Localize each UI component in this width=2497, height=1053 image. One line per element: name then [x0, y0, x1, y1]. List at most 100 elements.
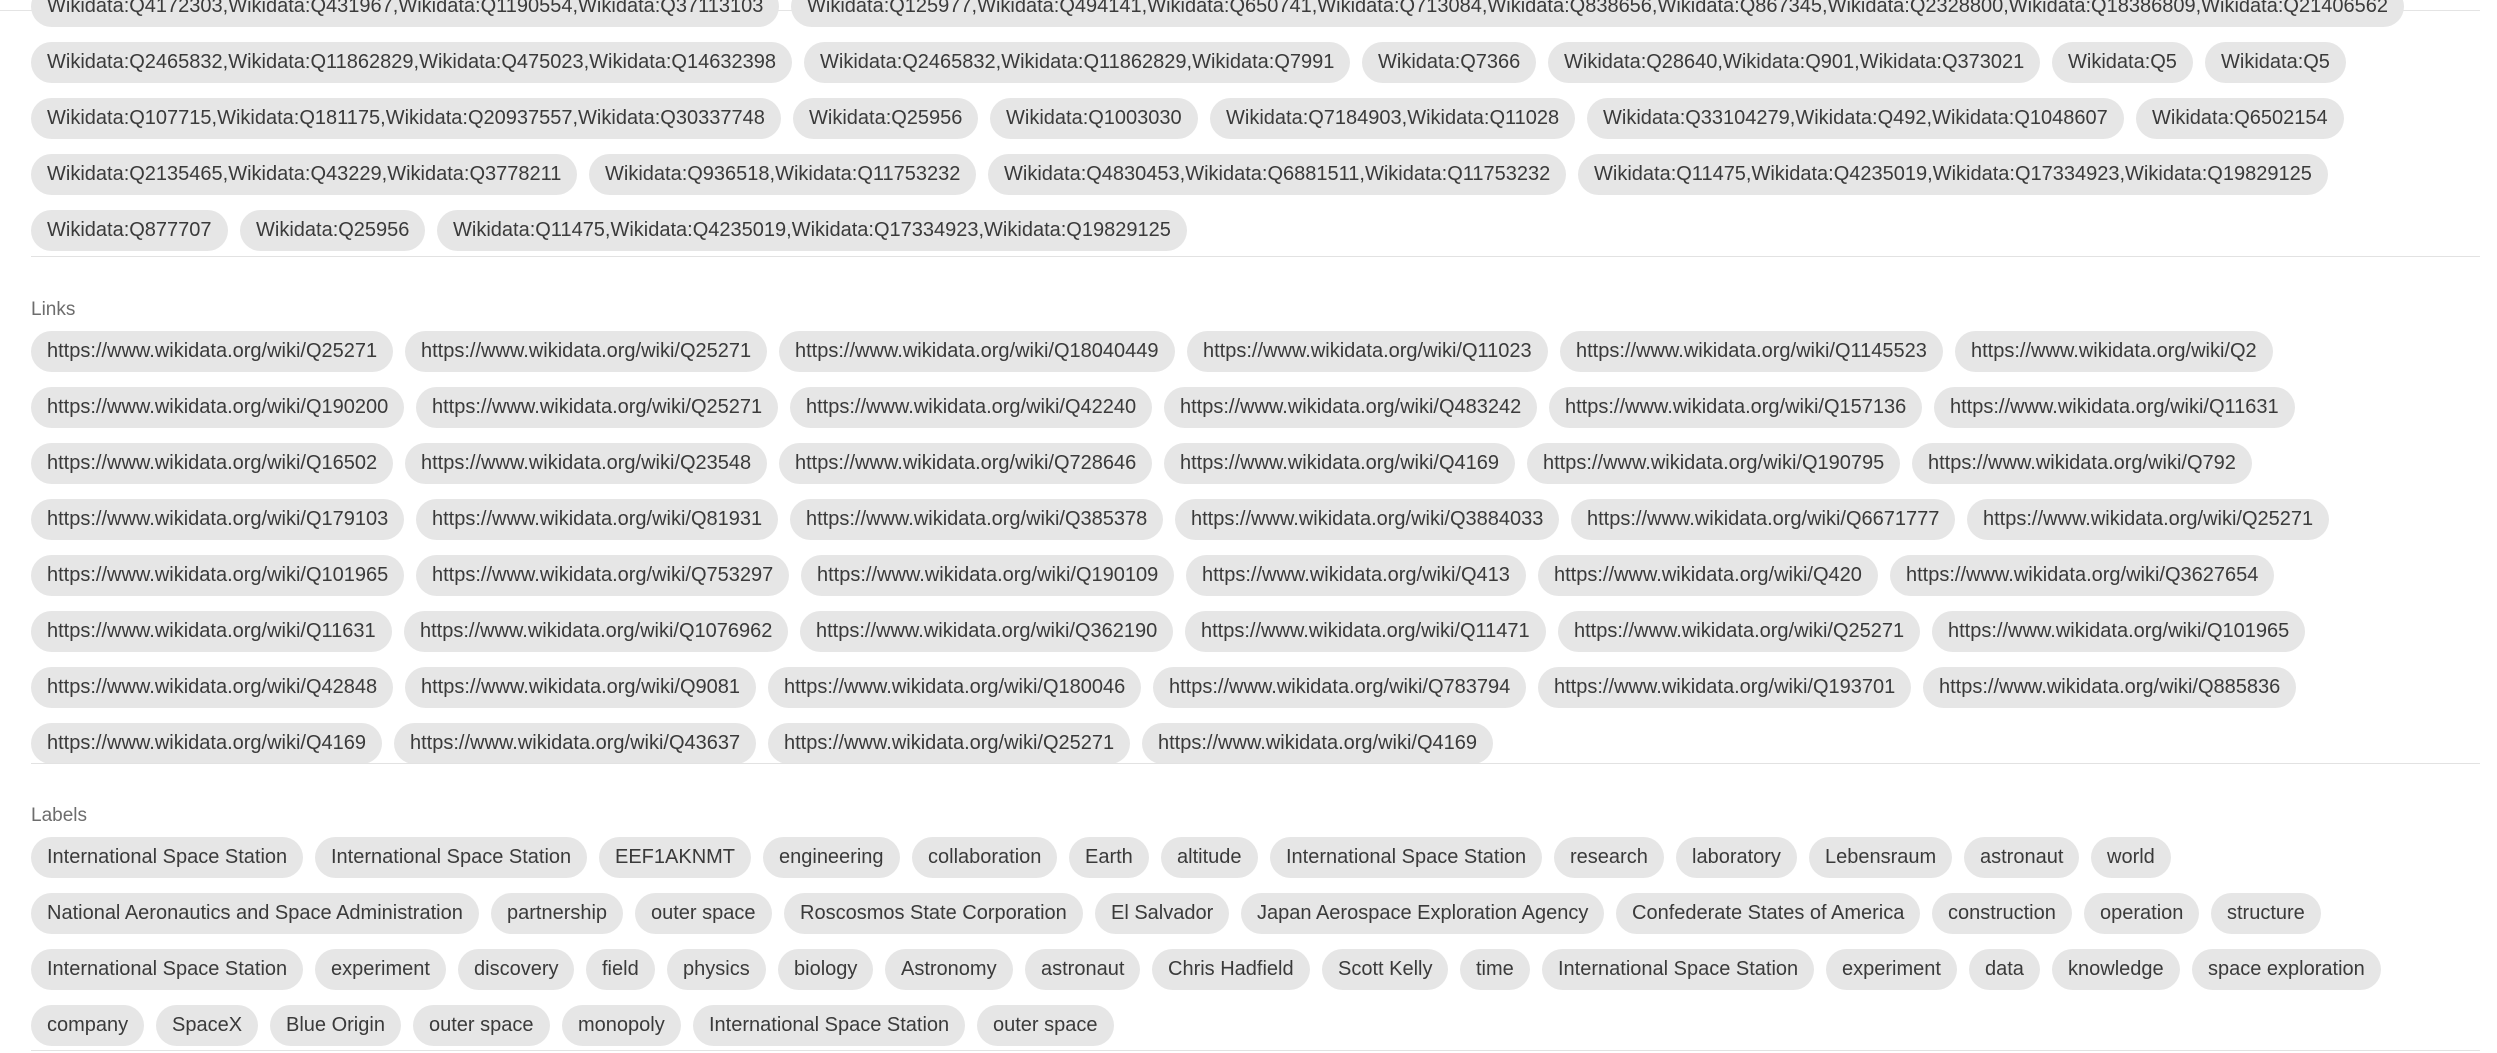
links-chip[interactable]: https://www.wikidata.org/wiki/Q180046 [768, 667, 1142, 708]
links-chip[interactable]: https://www.wikidata.org/wiki/Q420 [1538, 555, 1878, 596]
labels-chip[interactable]: partnership [491, 893, 624, 934]
labels-chip[interactable]: International Space Station [31, 837, 304, 878]
links-chip[interactable]: https://www.wikidata.org/wiki/Q4169 [1142, 723, 1494, 764]
links-chip[interactable]: https://www.wikidata.org/wiki/Q385378 [790, 499, 1164, 540]
categories-chip[interactable]: Wikidata:Q25956 [793, 98, 979, 139]
labels-chip[interactable]: outer space [977, 1005, 1114, 1046]
labels-chip[interactable]: astronaut [1964, 837, 2080, 878]
categories-chip[interactable]: Wikidata:Q6502154 [2136, 98, 2344, 139]
labels-chip[interactable]: Scott Kelly [1322, 949, 1449, 990]
links-chip[interactable]: https://www.wikidata.org/wiki/Q190795 [1527, 443, 1901, 484]
categories-chip[interactable]: Wikidata:Q11475,Wikidata:Q4235019,Wikida… [1578, 154, 2328, 195]
labels-chip[interactable]: Earth [1069, 837, 1149, 878]
links-chip[interactable]: https://www.wikidata.org/wiki/Q23548 [405, 443, 768, 484]
links-chip[interactable]: https://www.wikidata.org/wiki/Q42848 [31, 667, 394, 708]
labels-chip[interactable]: Astronomy [885, 949, 1013, 990]
labels-chip[interactable]: Lebensraum [1809, 837, 1953, 878]
links-chip[interactable]: https://www.wikidata.org/wiki/Q11023 [1187, 331, 1548, 372]
links-chip[interactable]: https://www.wikidata.org/wiki/Q3884033 [1175, 499, 1560, 540]
categories-chip[interactable]: Wikidata:Q125977,Wikidata:Q494141,Wikida… [791, 0, 2404, 27]
links-chip[interactable]: https://www.wikidata.org/wiki/Q9081 [405, 667, 757, 708]
labels-chip[interactable]: El Salvador [1095, 893, 1230, 934]
categories-chip[interactable]: Wikidata:Q11475,Wikidata:Q4235019,Wikida… [437, 210, 1187, 251]
links-chip[interactable]: https://www.wikidata.org/wiki/Q190200 [31, 387, 405, 428]
labels-chip[interactable]: laboratory [1676, 837, 1797, 878]
links-chip[interactable]: https://www.wikidata.org/wiki/Q4169 [1164, 443, 1516, 484]
links-chip[interactable]: https://www.wikidata.org/wiki/Q190109 [801, 555, 1175, 596]
links-chip[interactable]: https://www.wikidata.org/wiki/Q3627654 [1890, 555, 2275, 596]
links-chip[interactable]: https://www.wikidata.org/wiki/Q101965 [1932, 611, 2306, 652]
links-chip[interactable]: https://www.wikidata.org/wiki/Q783794 [1153, 667, 1527, 708]
links-chip[interactable]: https://www.wikidata.org/wiki/Q25271 [768, 723, 1131, 764]
links-chip[interactable]: https://www.wikidata.org/wiki/Q193701 [1538, 667, 1912, 708]
links-chip[interactable]: https://www.wikidata.org/wiki/Q2 [1955, 331, 2273, 372]
categories-chip[interactable]: Wikidata:Q2465832,Wikidata:Q11862829,Wik… [31, 42, 792, 83]
labels-chip[interactable]: altitude [1161, 837, 1258, 878]
labels-chip[interactable]: experiment [315, 949, 446, 990]
labels-chip[interactable]: International Space Station [1542, 949, 1815, 990]
links-chip[interactable]: https://www.wikidata.org/wiki/Q43637 [394, 723, 757, 764]
labels-chip[interactable]: collaboration [912, 837, 1058, 878]
categories-chip[interactable]: Wikidata:Q7366 [1362, 42, 1537, 83]
labels-chip[interactable]: International Space Station [1270, 837, 1543, 878]
links-chip[interactable]: https://www.wikidata.org/wiki/Q11631 [1934, 387, 2295, 428]
labels-chip[interactable]: structure [2211, 893, 2321, 934]
categories-chip[interactable]: Wikidata:Q2465832,Wikidata:Q11862829,Wik… [804, 42, 1351, 83]
labels-chip[interactable]: EEF1AKNMT [599, 837, 752, 878]
labels-chip[interactable]: monopoly [562, 1005, 681, 1046]
links-chip[interactable]: https://www.wikidata.org/wiki/Q753297 [416, 555, 790, 596]
labels-chip[interactable]: National Aeronautics and Space Administr… [31, 893, 479, 934]
links-chip[interactable]: https://www.wikidata.org/wiki/Q362190 [800, 611, 1174, 652]
categories-chip[interactable]: Wikidata:Q877707 [31, 210, 228, 251]
labels-chip[interactable]: knowledge [2052, 949, 2180, 990]
categories-chip[interactable]: Wikidata:Q5 [2205, 42, 2346, 83]
categories-chip[interactable]: Wikidata:Q25956 [240, 210, 426, 251]
categories-chip[interactable]: Wikidata:Q4830453,Wikidata:Q6881511,Wiki… [988, 154, 1567, 195]
categories-chip[interactable]: Wikidata:Q2135465,Wikidata:Q43229,Wikida… [31, 154, 578, 195]
links-chip[interactable]: https://www.wikidata.org/wiki/Q11471 [1185, 611, 1546, 652]
links-chip[interactable]: https://www.wikidata.org/wiki/Q1145523 [1560, 331, 1943, 372]
labels-chip[interactable]: world [2091, 837, 2171, 878]
labels-chip[interactable]: outer space [413, 1005, 550, 1046]
categories-chip[interactable]: Wikidata:Q1003030 [990, 98, 1198, 139]
labels-chip[interactable]: International Space Station [31, 949, 304, 990]
links-chip[interactable]: https://www.wikidata.org/wiki/Q25271 [405, 331, 768, 372]
labels-chip[interactable]: Japan Aerospace Exploration Agency [1241, 893, 1605, 934]
labels-chip[interactable]: physics [667, 949, 766, 990]
labels-chip[interactable]: International Space Station [315, 837, 588, 878]
labels-chip[interactable]: company [31, 1005, 145, 1046]
links-chip[interactable]: https://www.wikidata.org/wiki/Q728646 [779, 443, 1153, 484]
links-chip[interactable]: https://www.wikidata.org/wiki/Q11631 [31, 611, 392, 652]
links-chip[interactable]: https://www.wikidata.org/wiki/Q16502 [31, 443, 394, 484]
labels-chip[interactable]: International Space Station [693, 1005, 966, 1046]
labels-chip[interactable]: engineering [763, 837, 900, 878]
labels-chip[interactable]: experiment [1826, 949, 1957, 990]
categories-chip[interactable]: Wikidata:Q33104279,Wikidata:Q492,Wikidat… [1587, 98, 2124, 139]
links-chip[interactable]: https://www.wikidata.org/wiki/Q413 [1186, 555, 1526, 596]
labels-chip[interactable]: outer space [635, 893, 772, 934]
labels-chip[interactable]: astronaut [1025, 949, 1141, 990]
links-chip[interactable]: https://www.wikidata.org/wiki/Q4169 [31, 723, 383, 764]
labels-chip[interactable]: Blue Origin [270, 1005, 401, 1046]
links-chip[interactable]: https://www.wikidata.org/wiki/Q42240 [790, 387, 1153, 428]
labels-chip[interactable]: construction [1932, 893, 2072, 934]
labels-chip[interactable]: biology [778, 949, 874, 990]
links-chip[interactable]: https://www.wikidata.org/wiki/Q483242 [1164, 387, 1538, 428]
labels-chip[interactable]: SpaceX [156, 1005, 259, 1046]
categories-chip[interactable]: Wikidata:Q936518,Wikidata:Q11753232 [589, 154, 977, 195]
categories-chip[interactable]: Wikidata:Q107715,Wikidata:Q181175,Wikida… [31, 98, 781, 139]
links-chip[interactable]: https://www.wikidata.org/wiki/Q179103 [31, 499, 405, 540]
labels-chip[interactable]: data [1969, 949, 2040, 990]
links-chip[interactable]: https://www.wikidata.org/wiki/Q6671777 [1571, 499, 1956, 540]
labels-chip[interactable]: time [1460, 949, 1530, 990]
labels-chip[interactable]: operation [2084, 893, 2200, 934]
links-chip[interactable]: https://www.wikidata.org/wiki/Q81931 [416, 499, 779, 540]
labels-chip[interactable]: field [586, 949, 655, 990]
links-chip[interactable]: https://www.wikidata.org/wiki/Q25271 [416, 387, 779, 428]
categories-chip[interactable]: Wikidata:Q28640,Wikidata:Q901,Wikidata:Q… [1548, 42, 2041, 83]
labels-chip[interactable]: discovery [458, 949, 575, 990]
labels-chip[interactable]: Chris Hadfield [1152, 949, 1310, 990]
labels-chip[interactable]: research [1554, 837, 1664, 878]
links-chip[interactable]: https://www.wikidata.org/wiki/Q1076962 [404, 611, 789, 652]
links-chip[interactable]: https://www.wikidata.org/wiki/Q18040449 [779, 331, 1175, 372]
